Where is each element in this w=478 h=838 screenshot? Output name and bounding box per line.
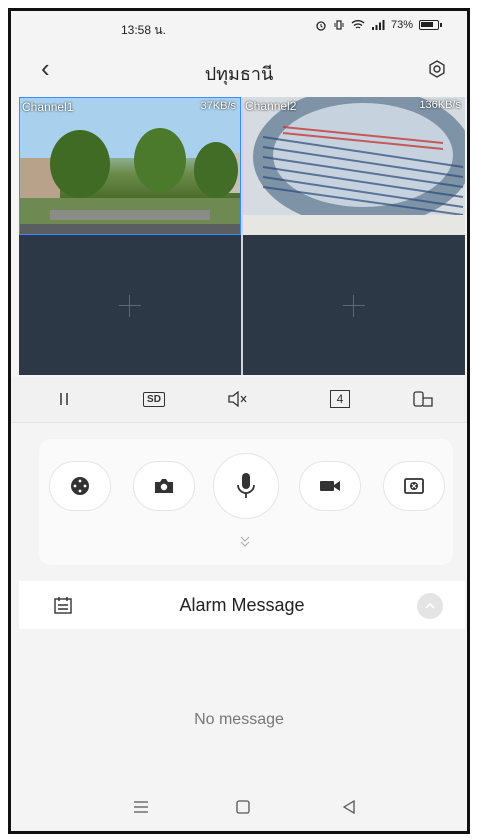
split-count-label: 4 — [329, 390, 351, 408]
rotate-screen-icon — [413, 391, 433, 407]
playback-toolbar: SD 4 — [11, 377, 467, 423]
video-camera-icon — [320, 481, 340, 491]
alarm-clock-icon — [316, 21, 326, 31]
alarm-collapse-button[interactable] — [417, 593, 443, 619]
alarm-message-header[interactable]: Alarm Message — [19, 581, 465, 629]
video-tile-empty-3[interactable] — [19, 237, 241, 375]
camera-feed-image — [20, 98, 240, 234]
quality-button[interactable]: SD — [139, 387, 169, 411]
bitrate-label: 37KB/s — [200, 100, 236, 112]
pause-icon — [60, 393, 68, 405]
mute-button[interactable] — [223, 387, 253, 411]
phone-frame: 13:58 น. 73% ‹ ปทุมธานี Channel1 37KB/s … — [8, 8, 470, 834]
add-channel-plus-icon[interactable] — [119, 295, 141, 317]
video-grid: Channel1 37KB/s Channel2 136KB/s — [19, 97, 465, 375]
alarm-message-list: No message — [11, 631, 467, 781]
video-tile-empty-4[interactable] — [243, 237, 465, 375]
status-bar: 13:58 น. 73% — [11, 11, 467, 43]
video-tile-channel1[interactable]: Channel1 37KB/s — [19, 97, 241, 235]
bitrate-label: 136KB/s — [419, 99, 461, 111]
expand-chevron-down-icon[interactable] — [235, 535, 255, 549]
vibrate-icon — [334, 20, 344, 30]
system-nav-bar — [11, 783, 467, 831]
rotate-screen-button[interactable] — [409, 387, 439, 411]
camera-icon — [155, 479, 173, 493]
camera-feed-image — [243, 97, 465, 235]
recents-menu-icon[interactable] — [131, 797, 151, 817]
status-icons: 73% — [315, 19, 442, 31]
screen-close-icon — [404, 478, 424, 494]
microphone-icon — [237, 473, 255, 498]
video-tile-channel2[interactable]: Channel2 136KB/s — [243, 97, 465, 235]
battery-icon — [419, 20, 442, 30]
battery-percent: 73% — [390, 19, 413, 31]
quality-label: SD — [143, 391, 165, 407]
back-triangle-icon[interactable] — [339, 797, 359, 817]
controls-card — [39, 439, 453, 565]
add-channel-plus-icon[interactable] — [343, 295, 365, 317]
top-bar: ‹ ปทุมธานี — [11, 45, 467, 93]
home-icon[interactable] — [233, 797, 253, 817]
signal-icon — [371, 20, 385, 30]
ptz-joystick-icon — [71, 477, 89, 495]
page-title: ปทุมธานี — [204, 64, 274, 84]
grid-divider — [241, 97, 243, 375]
empty-state-text: No message — [194, 711, 284, 728]
channel-label: Channel2 — [245, 99, 297, 113]
ptz-control-button[interactable] — [49, 461, 111, 511]
wifi-icon — [351, 20, 365, 29]
pause-button[interactable] — [51, 387, 77, 411]
chevron-up-icon — [425, 602, 435, 609]
speaker-muted-icon — [228, 391, 247, 407]
talk-button[interactable] — [213, 453, 279, 519]
channel-label: Channel1 — [22, 100, 74, 114]
record-button[interactable] — [299, 461, 361, 511]
settings-icon[interactable] — [427, 59, 447, 79]
alarm-message-title: Alarm Message — [179, 595, 305, 615]
snapshot-button[interactable] — [133, 461, 195, 511]
close-stream-button[interactable] — [383, 461, 445, 511]
split-screen-button[interactable]: 4 — [325, 387, 355, 411]
status-time: 13:58 น. — [121, 23, 166, 37]
